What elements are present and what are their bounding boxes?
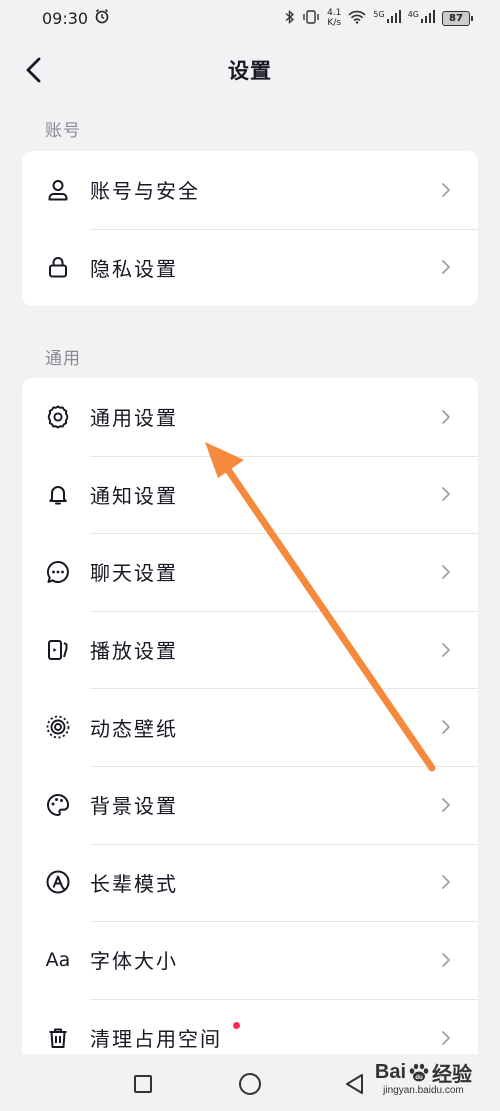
section-header-general: 通用	[45, 349, 81, 369]
font-size-icon: Aa	[45, 948, 71, 971]
baidu-jingyan-watermark: Bai du 经验 jingyan.baidu.com	[375, 1058, 472, 1096]
person-icon	[45, 177, 71, 203]
settings-item-notification[interactable]: 通知设置	[22, 455, 478, 534]
trash-icon	[45, 1025, 71, 1051]
play-device-icon	[45, 637, 71, 663]
net-speed-unit: K/s	[327, 18, 342, 28]
settings-item-label: 聊天设置	[90, 561, 178, 586]
home-button[interactable]	[238, 1072, 262, 1096]
alarm-icon	[94, 8, 110, 28]
back-nav-button[interactable]	[343, 1072, 367, 1096]
settings-item-label: 通用设置	[90, 406, 178, 431]
lock-icon	[45, 254, 71, 280]
settings-item-label: 长辈模式	[90, 871, 178, 896]
settings-item-account-security[interactable]: 账号与安全	[22, 151, 478, 229]
palette-icon	[45, 792, 71, 818]
net-speed: 4.1 K/s	[327, 8, 341, 28]
paw-icon: du	[409, 1063, 429, 1081]
settings-item-label: 账号与安全	[90, 179, 200, 204]
section-header-account: 账号	[45, 121, 81, 141]
chevron-right-icon	[442, 720, 450, 735]
nav-bar: 设置	[0, 44, 500, 96]
settings-item-label: 字体大小	[90, 949, 178, 974]
page-title: 设置	[228, 59, 272, 83]
chevron-right-icon	[442, 1030, 450, 1045]
chevron-right-icon	[442, 565, 450, 579]
settings-item-label: 通知设置	[90, 483, 178, 508]
chevron-right-icon	[442, 260, 450, 275]
status-left: 09:30	[42, 8, 110, 28]
svg-text:du: du	[415, 1075, 423, 1081]
chevron-right-icon	[442, 182, 450, 197]
general-card: 通用设置 通知设置 聊天设置 播放设置 动态壁纸 背景设置 长辈模式 Aa 字体…	[22, 378, 478, 1068]
settings-item-elder-mode[interactable]: 长辈模式	[22, 843, 478, 922]
wallpaper-icon	[45, 714, 71, 740]
settings-item-background[interactable]: 背景设置	[22, 765, 478, 844]
chevron-right-icon	[442, 875, 450, 890]
watermark-url: jingyan.baidu.com	[383, 1085, 464, 1096]
elder-mode-icon	[45, 869, 71, 895]
settings-item-chat[interactable]: 聊天设置	[22, 533, 478, 611]
circle-icon	[239, 1073, 261, 1095]
settings-item-label: 背景设置	[90, 794, 178, 819]
watermark-suffix: 经验	[432, 1064, 472, 1086]
battery-level: 87	[449, 12, 463, 24]
settings-item-label: 动态壁纸	[90, 716, 178, 741]
square-icon	[134, 1075, 152, 1093]
status-right: 4.1 K/s 5G 4G 87	[285, 8, 473, 28]
recent-apps-button[interactable]	[131, 1072, 155, 1096]
signal-1-label: 5G	[373, 10, 385, 19]
gear-icon	[45, 404, 71, 430]
chevron-right-icon	[442, 797, 450, 812]
settings-item-label: 隐私设置	[90, 256, 178, 281]
back-button[interactable]	[18, 54, 50, 86]
settings-item-playback[interactable]: 播放设置	[22, 610, 478, 689]
wifi-icon	[348, 10, 366, 27]
bluetooth-icon	[285, 9, 295, 28]
vibrate-icon	[302, 9, 320, 27]
watermark-text: Bai	[374, 1061, 406, 1083]
triangle-back-icon	[346, 1074, 363, 1094]
notification-dot	[233, 1021, 240, 1029]
chevron-right-icon	[442, 642, 450, 657]
chevron-right-icon	[442, 953, 450, 967]
bell-icon	[45, 481, 71, 507]
signal-2-label: 4G	[407, 10, 419, 19]
chat-icon	[45, 559, 71, 585]
watermark-logo: Bai du 经验	[375, 1058, 472, 1087]
chevron-right-icon	[442, 409, 450, 424]
settings-item-privacy[interactable]: 隐私设置	[22, 228, 478, 306]
account-card: 账号与安全 隐私设置	[22, 151, 478, 306]
settings-item-wallpaper[interactable]: 动态壁纸	[22, 688, 478, 766]
signal-icon	[421, 10, 435, 26]
chevron-right-icon	[442, 487, 450, 502]
status-time: 09:30	[42, 8, 89, 28]
signal-icon	[386, 10, 401, 26]
battery-icon: 87	[442, 10, 473, 26]
chevron-left-icon	[26, 57, 41, 83]
net-speed-value: 4.1	[327, 8, 342, 18]
status-bar: 09:30 4.1 K/s 5G 4G 87	[0, 0, 500, 36]
settings-item-label: 播放设置	[90, 639, 178, 664]
settings-item-font-size[interactable]: Aa 字体大小	[22, 921, 478, 999]
settings-item-label: 清理占用空间	[90, 1027, 222, 1052]
settings-item-general[interactable]: 通用设置	[22, 378, 478, 456]
